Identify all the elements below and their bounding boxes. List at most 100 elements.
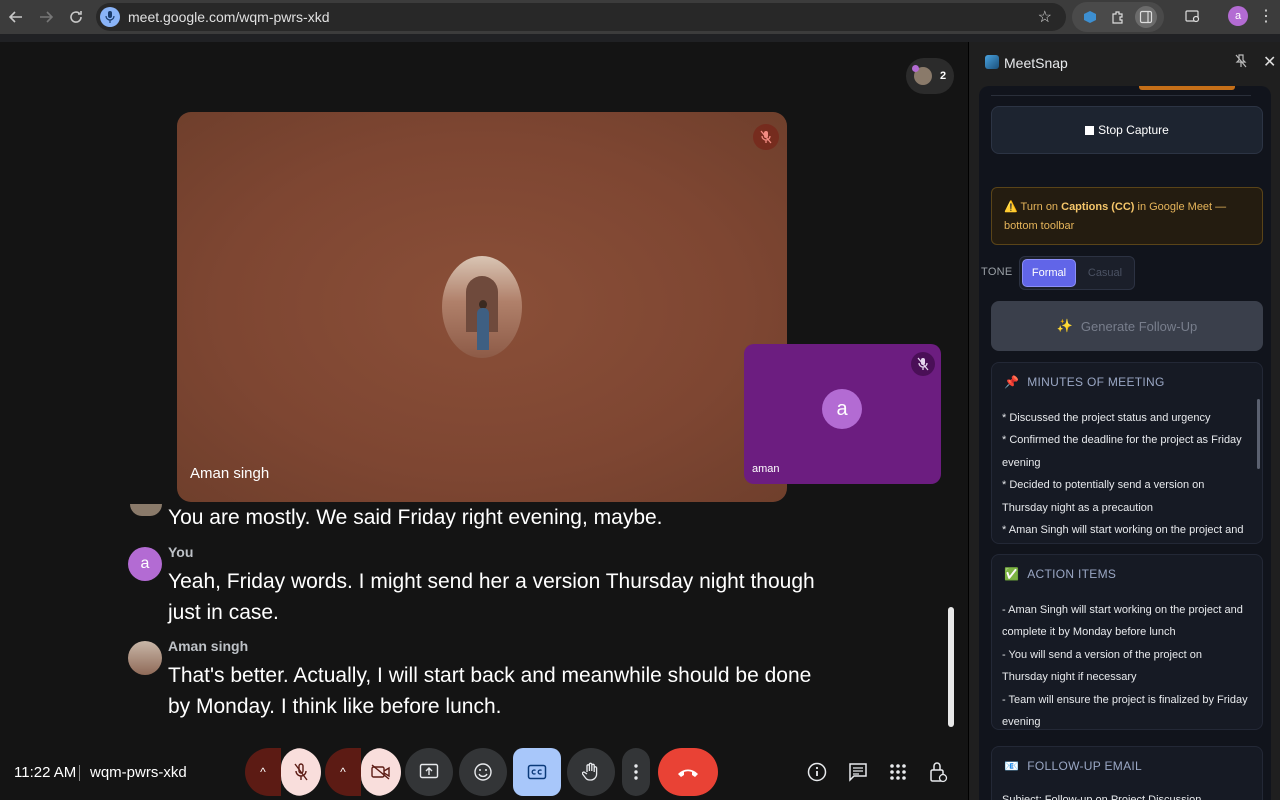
back-icon[interactable]: [2, 3, 30, 31]
list-item: * Confirmed the deadline for the project…: [1002, 434, 1242, 469]
side-panel-icon[interactable]: [1135, 6, 1157, 28]
email-subject: Subject: Follow-up on Project Discussion: [1002, 794, 1202, 800]
camera-control: ^: [325, 748, 401, 796]
self-avatar: a: [822, 389, 862, 429]
panel-title: MeetSnap: [1004, 55, 1068, 71]
participant-count: 2: [939, 70, 947, 82]
scrolled-section-edge: [991, 86, 1251, 96]
url-text: meet.google.com/wqm-pwrs-xkd: [128, 9, 330, 25]
participants-chip[interactable]: 2: [906, 58, 954, 94]
reactions-button[interactable]: [459, 748, 507, 796]
hand-icon: [582, 762, 598, 781]
stop-capture-button[interactable]: Stop Capture: [991, 106, 1263, 154]
generate-follow-up-button[interactable]: ✨ Generate Follow-Up: [991, 301, 1263, 351]
camera-off-icon: [371, 764, 390, 780]
captions-button[interactable]: [513, 748, 561, 796]
self-name-label: aman: [752, 463, 780, 475]
speaker-avatar: [130, 504, 162, 516]
meet-stage: 2 Aman singh a aman You are mostly. We s…: [0, 42, 968, 800]
present-icon: [419, 763, 439, 779]
tab-search-icon[interactable]: [1182, 6, 1204, 28]
list-item: * Decided to potentially send a version …: [1002, 479, 1205, 514]
email-body: Subject: Follow-up on Project Discussion: [1002, 789, 1250, 800]
tone-formal-button[interactable]: Formal: [1022, 259, 1076, 287]
extensions-puzzle-icon[interactable]: [1107, 6, 1129, 28]
minutes-card: 📌 MINUTES OF MEETING * Discussed the pro…: [991, 362, 1263, 544]
list-item: - Aman Singh will start working on the p…: [1002, 604, 1243, 639]
participant-tile-self[interactable]: a aman: [744, 344, 941, 484]
leave-call-button[interactable]: [658, 748, 718, 796]
participant-name-label: Aman singh: [190, 465, 270, 482]
mic-muted-icon: [911, 352, 935, 376]
warning-text-pre: ⚠️ Turn on: [1004, 201, 1062, 213]
meeting-info-icon[interactable]: [805, 760, 829, 784]
actions-title-row: ✅ ACTION ITEMS: [1004, 567, 1116, 581]
more-options-button[interactable]: [622, 748, 650, 796]
unpin-icon[interactable]: [1235, 54, 1247, 71]
follow-up-email-card: 📧 FOLLOW-UP EMAIL Subject: Follow-up on …: [991, 746, 1263, 800]
card-scrollbar[interactable]: [1257, 399, 1260, 469]
meetsnap-side-panel: MeetSnap ✕ Stop Capture ⚠️ Turn on Capti…: [968, 42, 1280, 800]
speaker-avatar: a: [128, 547, 162, 581]
pushpin-icon: 📌: [1004, 375, 1020, 389]
caption-partial-text: You are mostly. We said Friday right eve…: [168, 506, 663, 529]
minutes-title: MINUTES OF MEETING: [1027, 375, 1165, 389]
host-controls-lock-icon[interactable]: [926, 760, 950, 784]
action-items-list: - Aman Singh will start working on the p…: [1002, 599, 1250, 729]
list-item: - Team will ensure the project is finali…: [1002, 693, 1248, 729]
caption-text: That's better. Actually, I will start ba…: [168, 664, 812, 718]
minutes-list: * Discussed the project status and urgen…: [1002, 407, 1250, 541]
video-options-chevron-icon[interactable]: ^: [325, 748, 361, 796]
caption-text: Yeah, Friday words. I might send her a v…: [168, 570, 815, 624]
browser-toolbar: meet.google.com/wqm-pwrs-xkd ☆ a ⋮: [0, 0, 1280, 34]
participant-avatar-icon: [911, 65, 932, 85]
sparkles-icon: ✨: [1056, 318, 1073, 333]
forward-icon[interactable]: [32, 3, 60, 31]
meetsnap-extension-icon[interactable]: [1079, 6, 1101, 28]
mic-muted-icon: [753, 124, 779, 150]
caption-speaker-name: Aman singh: [168, 638, 249, 654]
activities-grid-icon[interactable]: [886, 760, 910, 784]
meeting-clock: 11:22 AM: [14, 764, 77, 781]
panel-content: Stop Capture ⚠️ Turn on Captions (CC) in…: [979, 86, 1271, 800]
raise-hand-button[interactable]: [567, 748, 615, 796]
captions-warning-banner: ⚠️ Turn on Captions (CC) in Google Meet …: [991, 187, 1263, 245]
participant-photo-avatar: [442, 256, 522, 358]
caption-entry: a You Yeah, Friday words. I might send h…: [128, 544, 848, 634]
closed-captions-icon: [527, 764, 547, 780]
participant-tile-main[interactable]: Aman singh: [177, 112, 787, 502]
meetsnap-logo-icon: [985, 55, 999, 69]
close-panel-icon[interactable]: ✕: [1263, 52, 1276, 72]
browser-menu-icon[interactable]: ⋮: [1258, 6, 1274, 26]
more-vert-icon: [634, 764, 638, 780]
address-bar[interactable]: meet.google.com/wqm-pwrs-xkd ☆: [96, 3, 1066, 31]
tone-casual-button[interactable]: Casual: [1078, 259, 1132, 287]
list-item: * Discussed the project status and urgen…: [1002, 412, 1211, 424]
camera-toggle-button[interactable]: [361, 748, 401, 796]
action-items-card: ✅ ACTION ITEMS - Aman Singh will start w…: [991, 554, 1263, 730]
email-icon: 📧: [1004, 759, 1020, 773]
generate-label: Generate Follow-Up: [1080, 318, 1198, 334]
meeting-code: wqm-pwrs-xkd: [90, 764, 187, 781]
mic-toggle-button[interactable]: [281, 748, 321, 796]
tone-selector: Formal Casual: [1019, 256, 1135, 290]
profile-avatar[interactable]: a: [1228, 6, 1248, 26]
emoji-icon: [474, 763, 492, 781]
audio-options-chevron-icon[interactable]: ^: [245, 748, 281, 796]
microphone-control: ^: [245, 748, 321, 796]
chat-icon[interactable]: [846, 760, 870, 784]
reload-icon[interactable]: [62, 3, 90, 31]
extensions-group: [1072, 2, 1164, 32]
bookmark-star-icon[interactable]: ☆: [1038, 7, 1052, 27]
caption-entry: Aman singh That's better. Actually, I wi…: [128, 638, 848, 728]
tone-label: TONE: [981, 266, 1013, 278]
present-screen-button[interactable]: [405, 748, 453, 796]
captions-area: You are mostly. We said Friday right eve…: [128, 504, 848, 744]
microphone-icon[interactable]: [100, 7, 120, 27]
email-title: FOLLOW-UP EMAIL: [1027, 759, 1142, 773]
list-item: - You will send a version of the project…: [1002, 648, 1202, 684]
captions-scrollbar[interactable]: [948, 607, 954, 727]
end-call-icon: [678, 769, 698, 777]
list-item: * Aman Singh will start working on the p…: [1002, 524, 1244, 537]
email-title-row: 📧 FOLLOW-UP EMAIL: [1004, 759, 1142, 773]
